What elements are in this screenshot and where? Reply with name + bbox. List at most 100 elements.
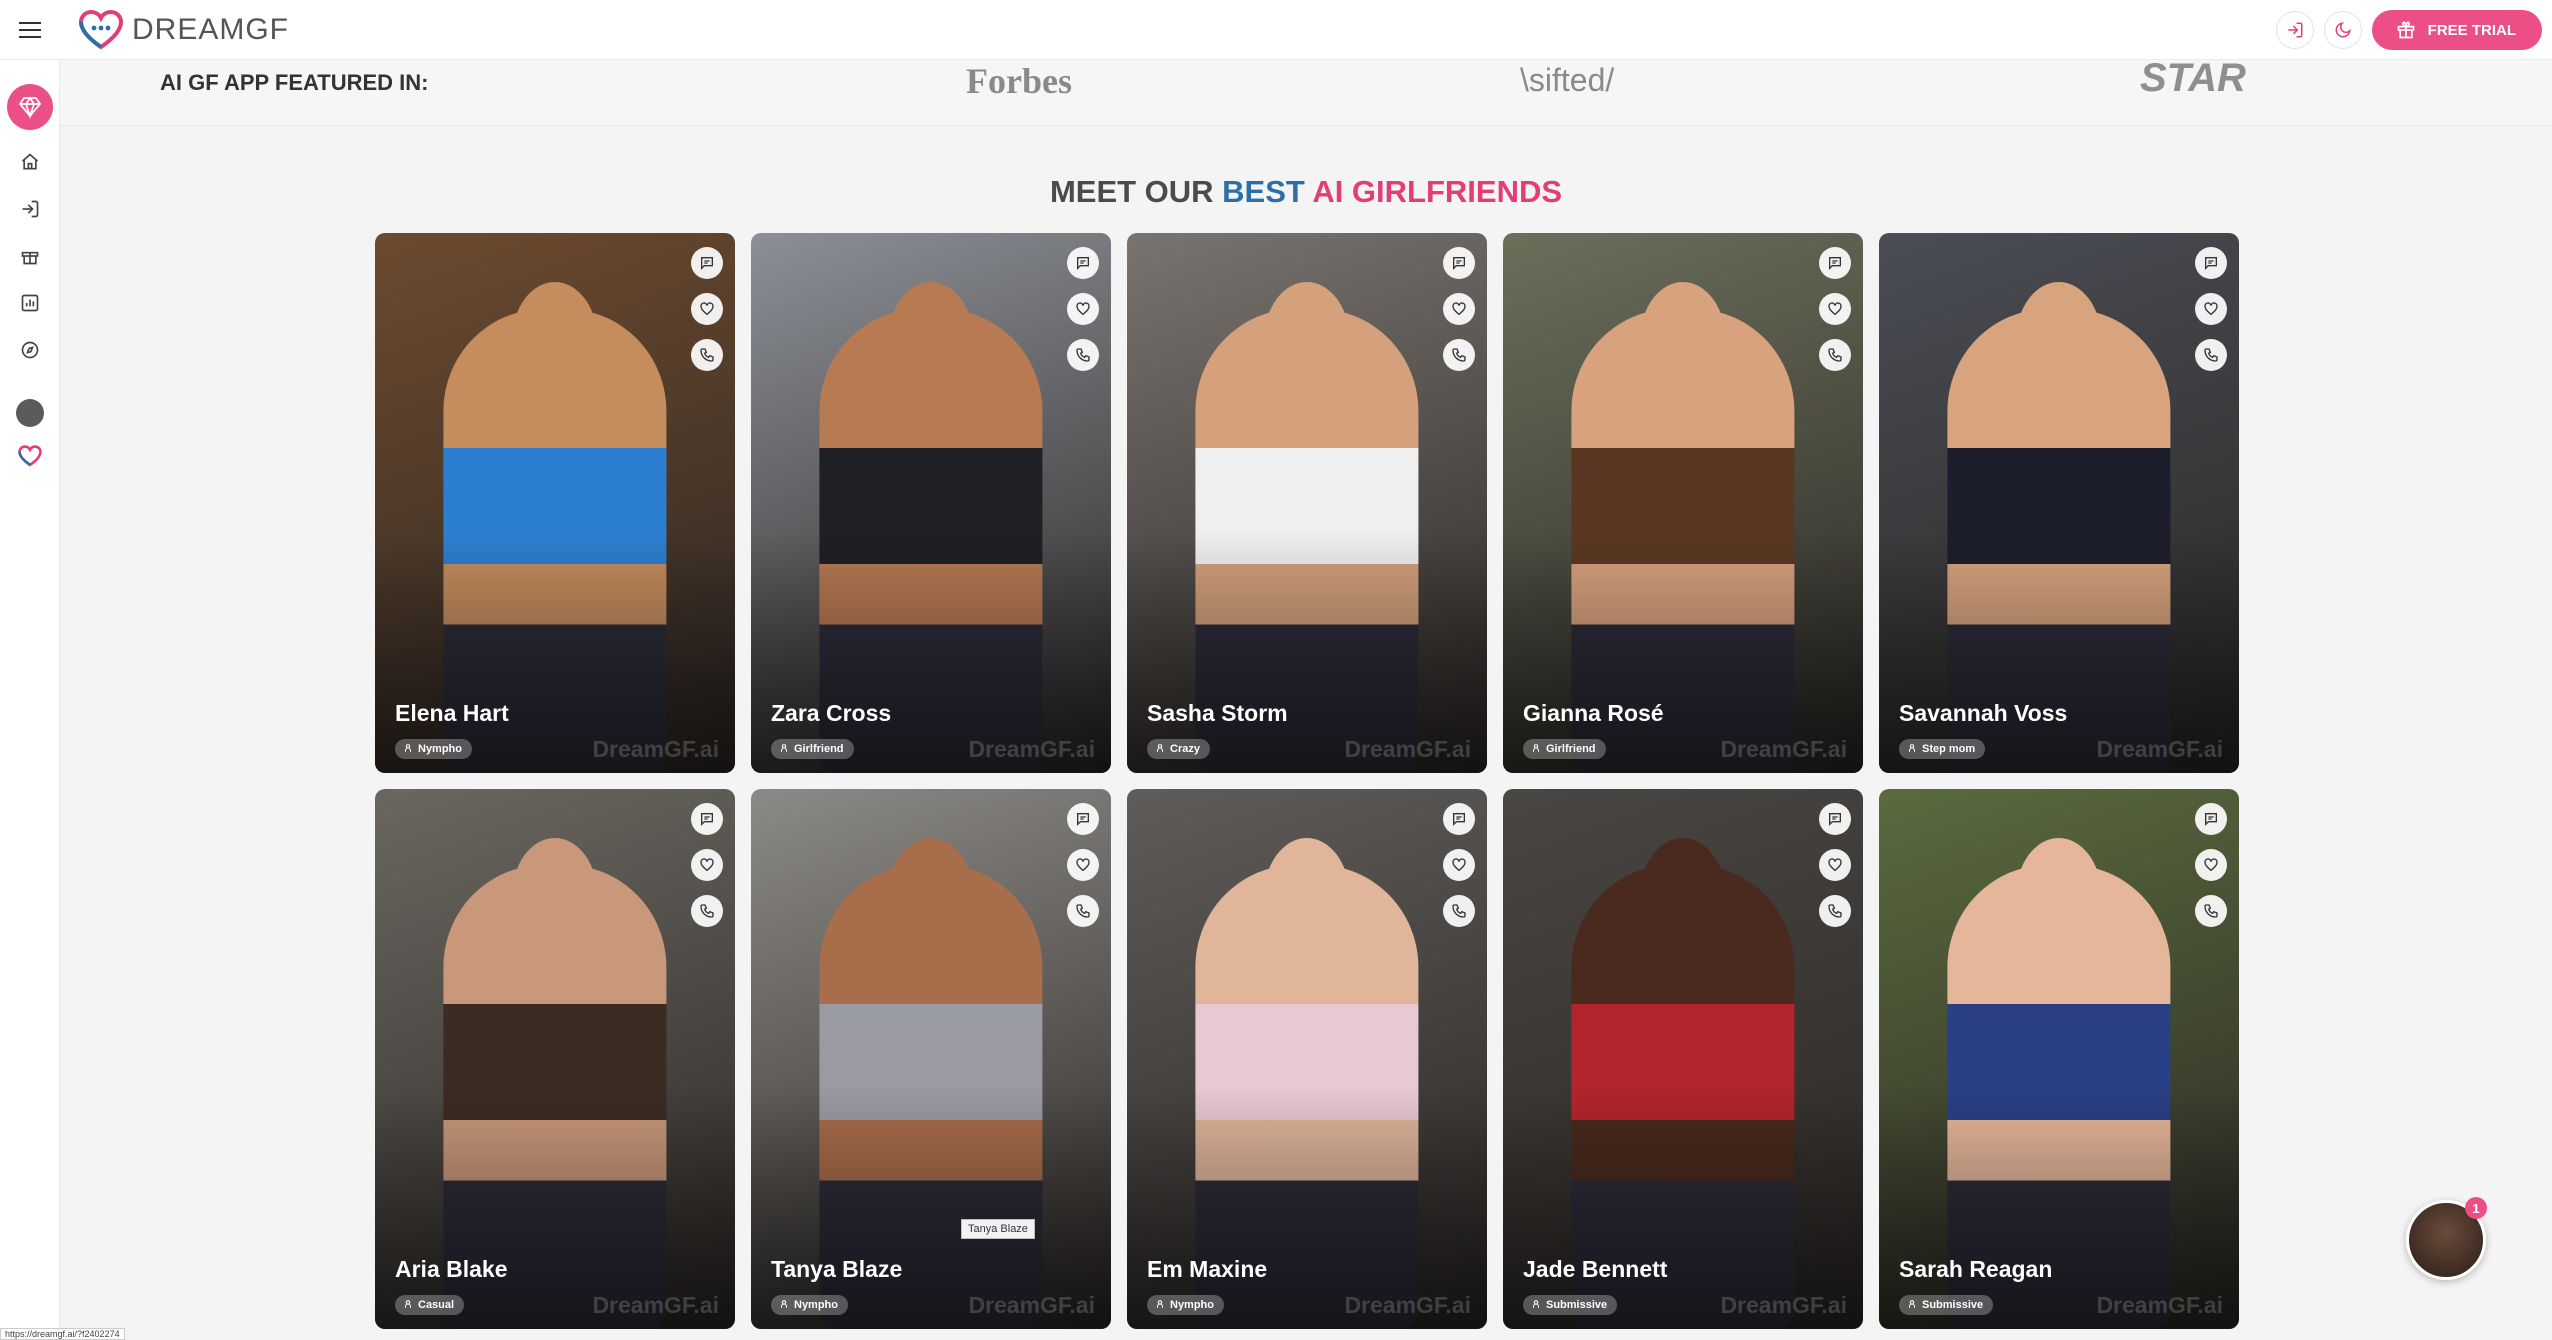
person-icon <box>403 1299 413 1312</box>
card-name: Aria Blake <box>395 1256 508 1282</box>
portrait-head <box>511 837 599 957</box>
girlfriend-card[interactable]: Gianna Rosé Girlfriend DreamGF.ai <box>1503 233 1863 773</box>
phone-icon[interactable] <box>1443 339 1475 371</box>
sidebar-item-login[interactable] <box>15 194 45 224</box>
chat-icon[interactable] <box>2195 247 2227 279</box>
girlfriend-card[interactable]: Sasha Storm Crazy DreamGF.ai <box>1127 233 1487 773</box>
chat-icon[interactable] <box>1443 803 1475 835</box>
personality-label: Casual <box>418 1299 455 1311</box>
login-icon <box>2287 22 2303 38</box>
watermark: DreamGF.ai <box>592 736 719 762</box>
sidebar <box>0 60 60 1340</box>
personality-badge: Crazy <box>1147 739 1210 759</box>
heart-icon[interactable] <box>1067 849 1099 881</box>
dark-mode-toggle[interactable] <box>2323 11 2362 49</box>
chat-icon[interactable] <box>1819 803 1851 835</box>
person-icon <box>1907 1299 1917 1312</box>
chat-icon[interactable] <box>1443 247 1475 279</box>
chart-icon <box>21 294 38 312</box>
sidebar-item-home[interactable] <box>15 147 45 177</box>
portrait-head <box>887 281 975 401</box>
home-icon <box>21 153 38 170</box>
free-trial-button[interactable]: FREE TRIAL <box>2371 10 2542 50</box>
moon-icon <box>2335 22 2351 38</box>
chat-icon[interactable] <box>691 803 723 835</box>
personality-label: Step mom <box>1922 743 1976 755</box>
chat-icon[interactable] <box>1819 247 1851 279</box>
heading-part-3: AI GIRLFRIENDS <box>1312 174 1563 209</box>
portrait-head <box>887 837 975 957</box>
person-icon <box>1531 743 1541 756</box>
personality-badge: Nympho <box>771 1295 848 1315</box>
chat-icon[interactable] <box>2195 803 2227 835</box>
name-tooltip: Tanya Blaze <box>961 1219 1035 1239</box>
watermark: DreamGF.ai <box>1720 1292 1847 1318</box>
premium-button[interactable] <box>6 84 53 130</box>
girlfriend-card[interactable]: Tanya Blaze Nympho DreamGF.ai Tanya Blaz… <box>751 789 1111 1329</box>
personality-badge: Nympho <box>395 739 472 759</box>
portrait-head <box>2015 281 2103 401</box>
chat-icon[interactable] <box>691 247 723 279</box>
heart-icon[interactable] <box>1443 293 1475 325</box>
personality-label: Nympho <box>1170 1299 1214 1311</box>
heart-logo-icon <box>17 445 42 467</box>
watermark: DreamGF.ai <box>1344 736 1471 762</box>
featured-strip: AI GF APP FEATURED IN: Forbes \sifted/ S… <box>60 56 2552 126</box>
girlfriend-card[interactable]: Savannah Voss Step mom DreamGF.ai <box>1879 233 2239 773</box>
chat-icon[interactable] <box>1067 247 1099 279</box>
phone-icon[interactable] <box>2195 895 2227 927</box>
notification-badge: 1 <box>2465 1197 2487 1219</box>
phone-icon[interactable] <box>1067 895 1099 927</box>
watermark: DreamGF.ai <box>968 1292 1095 1318</box>
chat-launcher[interactable]: 1 <box>2406 1197 2487 1280</box>
girlfriend-card[interactable]: Aria Blake Casual DreamGF.ai <box>375 789 735 1329</box>
phone-icon[interactable] <box>1443 895 1475 927</box>
girlfriend-card[interactable]: Em Maxine Nympho DreamGF.ai <box>1127 789 1487 1329</box>
heart-icon[interactable] <box>691 293 723 325</box>
portrait-head <box>1639 281 1727 401</box>
phone-icon[interactable] <box>1819 339 1851 371</box>
logo[interactable]: DREAMGF <box>78 9 289 50</box>
section-heading: MEET OUR BEST AI GIRLFRIENDS <box>60 174 2552 210</box>
personality-badge: Nympho <box>1147 1295 1224 1315</box>
personality-badge: Submissive <box>1523 1295 1618 1315</box>
diamond-icon <box>18 96 41 119</box>
personality-badge: Submissive <box>1899 1295 1994 1315</box>
heart-icon[interactable] <box>2195 849 2227 881</box>
girlfriend-card[interactable]: Zara Cross Girlfriend DreamGF.ai <box>751 233 1111 773</box>
girlfriend-card[interactable]: Sarah Reagan Submissive DreamGF.ai <box>1879 789 2239 1329</box>
sidebar-item-stats[interactable] <box>15 288 45 318</box>
heart-icon[interactable] <box>1819 849 1851 881</box>
phone-icon[interactable] <box>2195 339 2227 371</box>
heart-icon[interactable] <box>1443 849 1475 881</box>
free-trial-label: FREE TRIAL <box>2427 21 2516 39</box>
avatar[interactable] <box>15 399 44 427</box>
portrait-head <box>1263 281 1351 401</box>
card-name: Jade Bennett <box>1523 1256 1668 1282</box>
heart-icon[interactable] <box>1819 293 1851 325</box>
sidebar-item-discover[interactable] <box>15 335 45 365</box>
sidebar-item-gift[interactable] <box>15 241 45 271</box>
card-name: Em Maxine <box>1147 1256 1268 1282</box>
phone-icon[interactable] <box>691 339 723 371</box>
phone-icon[interactable] <box>1819 895 1851 927</box>
phone-icon[interactable] <box>1067 339 1099 371</box>
watermark: DreamGF.ai <box>592 1292 719 1318</box>
portrait-head <box>511 281 599 401</box>
phone-icon[interactable] <box>691 895 723 927</box>
chat-icon[interactable] <box>1067 803 1099 835</box>
heading-part-2: BEST <box>1222 174 1313 209</box>
menu-icon[interactable] <box>0 0 60 60</box>
heart-icon[interactable] <box>1067 293 1099 325</box>
portrait-head <box>1263 837 1351 957</box>
girlfriend-card[interactable]: Jade Bennett Submissive DreamGF.ai <box>1503 789 1863 1329</box>
heart-icon[interactable] <box>691 849 723 881</box>
login-button[interactable] <box>2275 11 2314 49</box>
girlfriend-card[interactable]: Elena Hart Nympho DreamGF.ai <box>375 233 735 773</box>
brand-name: DREAMGF <box>132 12 289 46</box>
personality-badge: Casual <box>395 1295 465 1315</box>
heart-icon[interactable] <box>2195 293 2227 325</box>
featured-label: AI GF APP FEATURED IN: <box>160 70 429 95</box>
top-bar: DREAMGF FREE TRIAL <box>0 0 2552 60</box>
sidebar-item-favorites[interactable] <box>15 441 45 471</box>
